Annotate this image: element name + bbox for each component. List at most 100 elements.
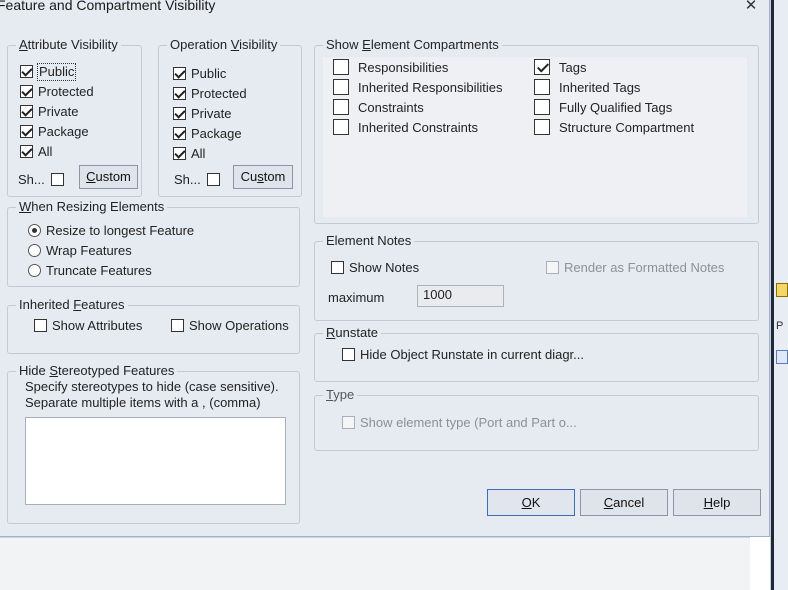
element-notes-legend: Element Notes bbox=[323, 233, 415, 249]
checkbox-label: Inherited Tags bbox=[559, 80, 641, 95]
hide-runstate-checkbox[interactable]: Hide Object Runstate in current diagr... bbox=[342, 347, 584, 363]
wrap-features-radio[interactable]: Wrap Features bbox=[28, 243, 132, 259]
op-private-checkbox[interactable]: Private bbox=[173, 106, 231, 122]
compartment-constraints-checkbox[interactable]: Constraints bbox=[333, 99, 424, 117]
resizing-legend: When Resizing Elements bbox=[16, 199, 168, 215]
op-all-checkbox[interactable]: All bbox=[173, 146, 205, 162]
checkbox-icon bbox=[333, 79, 349, 95]
checkbox-label: Private bbox=[191, 106, 232, 121]
radio-icon bbox=[28, 244, 41, 257]
op-protected-checkbox[interactable]: Protected bbox=[173, 86, 247, 102]
background-window-area bbox=[0, 537, 750, 590]
checkbox-label: Show element type (Port and Part o... bbox=[360, 415, 577, 430]
attr-public-checkbox[interactable]: Public bbox=[20, 63, 77, 81]
checkbox-icon bbox=[173, 147, 186, 160]
compartments-group: Show Element Compartments Responsibiliti… bbox=[314, 37, 759, 224]
background-splitter[interactable] bbox=[771, 0, 774, 590]
inherited-features-legend: Inherited Features bbox=[16, 297, 128, 313]
compartment-tags-checkbox[interactable]: Tags bbox=[534, 59, 586, 77]
close-icon[interactable]: ✕ bbox=[743, 0, 759, 14]
truncate-features-radio[interactable]: Truncate Features bbox=[28, 263, 152, 279]
maximum-label: maximum bbox=[328, 290, 385, 305]
checkbox-label: All bbox=[191, 146, 206, 161]
op-package-checkbox[interactable]: Package bbox=[173, 126, 242, 142]
checkbox-icon bbox=[20, 85, 33, 98]
hide-stereotyped-legend: Hide Stereotyped Features bbox=[16, 363, 178, 379]
inherited-features-group: Inherited Features Show Attributes Show … bbox=[7, 297, 300, 354]
dialog-title: Feature and Compartment Visibility bbox=[0, 0, 216, 13]
checkbox-icon bbox=[333, 119, 349, 135]
maximum-input[interactable]: 1000 bbox=[417, 285, 504, 307]
compartment-structure-checkbox[interactable]: Structure Compartment bbox=[534, 119, 694, 137]
checkbox-label: Tags bbox=[559, 60, 587, 75]
compartment-inherited-tags-checkbox[interactable]: Inherited Tags bbox=[534, 79, 640, 97]
compartment-responsibilities-checkbox[interactable]: Responsibilities bbox=[333, 59, 448, 77]
hide-stereotyped-description: Specify stereotypes to hide (case sensit… bbox=[25, 379, 279, 410]
op-show-label: Sh... bbox=[174, 172, 201, 187]
attr-all-checkbox[interactable]: All bbox=[20, 144, 52, 160]
side-folder-icon bbox=[776, 283, 788, 297]
checkbox-icon bbox=[534, 79, 550, 95]
compartments-list: Responsibilities Inherited Responsibilit… bbox=[323, 57, 747, 217]
checkbox-label: Package bbox=[38, 124, 89, 139]
radio-icon bbox=[28, 224, 41, 237]
checkbox-icon bbox=[534, 119, 550, 135]
attr-protected-checkbox[interactable]: Protected bbox=[20, 84, 94, 100]
show-attributes-checkbox[interactable]: Show Attributes bbox=[34, 318, 142, 334]
checkbox-icon bbox=[342, 348, 355, 361]
checkbox-icon bbox=[173, 107, 186, 120]
checkbox-label: Responsibilities bbox=[358, 60, 449, 75]
cancel-button[interactable]: Cancel bbox=[580, 489, 668, 516]
title-bar: Feature and Compartment Visibility ✕ bbox=[0, 0, 770, 18]
op-public-checkbox[interactable]: Public bbox=[173, 66, 226, 82]
op-show-checkbox[interactable] bbox=[207, 172, 220, 188]
attr-show-label: Sh... bbox=[18, 172, 45, 187]
attr-package-checkbox[interactable]: Package bbox=[20, 124, 89, 140]
attr-show-checkbox[interactable] bbox=[51, 172, 64, 188]
compartment-fully-qualified-tags-checkbox[interactable]: Fully Qualified Tags bbox=[534, 99, 672, 117]
show-notes-checkbox[interactable]: Show Notes bbox=[331, 260, 419, 276]
side-panel-letter: P bbox=[776, 320, 784, 332]
checkbox-label: Package bbox=[191, 126, 242, 141]
checkbox-icon bbox=[20, 145, 33, 158]
type-group: Type Show element type (Port and Part o.… bbox=[314, 387, 759, 451]
op-custom-button[interactable]: Custom bbox=[233, 165, 293, 189]
help-button[interactable]: Help bbox=[673, 489, 761, 516]
checkbox-label: Render as Formatted Notes bbox=[564, 260, 725, 275]
render-formatted-notes-checkbox: Render as Formatted Notes bbox=[546, 260, 724, 276]
hide-stereotyped-group: Hide Stereotyped Features Specify stereo… bbox=[7, 363, 300, 524]
checkbox-label: Protected bbox=[191, 86, 247, 101]
checkbox-label: Hide Object Runstate in current diagr... bbox=[360, 347, 585, 362]
checkbox-icon bbox=[20, 125, 33, 138]
attr-private-checkbox[interactable]: Private bbox=[20, 104, 78, 120]
show-element-type-checkbox: Show element type (Port and Part o... bbox=[342, 415, 577, 431]
checkbox-icon bbox=[342, 416, 355, 429]
stereotypes-textarea[interactable] bbox=[25, 417, 286, 505]
checkbox-label: Protected bbox=[38, 84, 94, 99]
checkbox-icon bbox=[534, 59, 550, 75]
attr-custom-button[interactable]: Custom bbox=[79, 165, 138, 189]
checkbox-icon bbox=[207, 173, 220, 186]
show-operations-checkbox[interactable]: Show Operations bbox=[171, 318, 289, 334]
radio-label: Resize to longest Feature bbox=[46, 223, 195, 238]
checkbox-label: Private bbox=[38, 104, 79, 119]
compartment-inherited-constraints-checkbox[interactable]: Inherited Constraints bbox=[333, 119, 478, 137]
checkbox-icon bbox=[333, 99, 349, 115]
resize-longest-radio[interactable]: Resize to longest Feature bbox=[28, 223, 194, 239]
attribute-visibility-group: Attribute Visibility Public Protected Pr… bbox=[7, 37, 142, 197]
checkbox-icon bbox=[173, 87, 186, 100]
checkbox-label: Inherited Constraints bbox=[358, 120, 478, 135]
feature-visibility-dialog: Feature and Compartment Visibility ✕ Att… bbox=[0, 0, 770, 537]
side-toolbar-icon[interactable] bbox=[776, 350, 788, 364]
checkbox-label: Structure Compartment bbox=[559, 120, 695, 135]
checkbox-label: Constraints bbox=[358, 100, 424, 115]
checkbox-icon bbox=[51, 173, 64, 186]
ok-button[interactable]: OK bbox=[487, 489, 575, 516]
type-legend: Type bbox=[323, 387, 358, 403]
radio-label: Truncate Features bbox=[46, 263, 152, 278]
compartment-inherited-responsibilities-checkbox[interactable]: Inherited Responsibilities bbox=[333, 79, 503, 97]
operation-visibility-group: Operation Visibility Public Protected Pr… bbox=[158, 37, 302, 197]
checkbox-icon bbox=[546, 261, 559, 274]
checkbox-label: Fully Qualified Tags bbox=[559, 100, 673, 115]
resizing-group: When Resizing Elements Resize to longest… bbox=[7, 199, 300, 287]
